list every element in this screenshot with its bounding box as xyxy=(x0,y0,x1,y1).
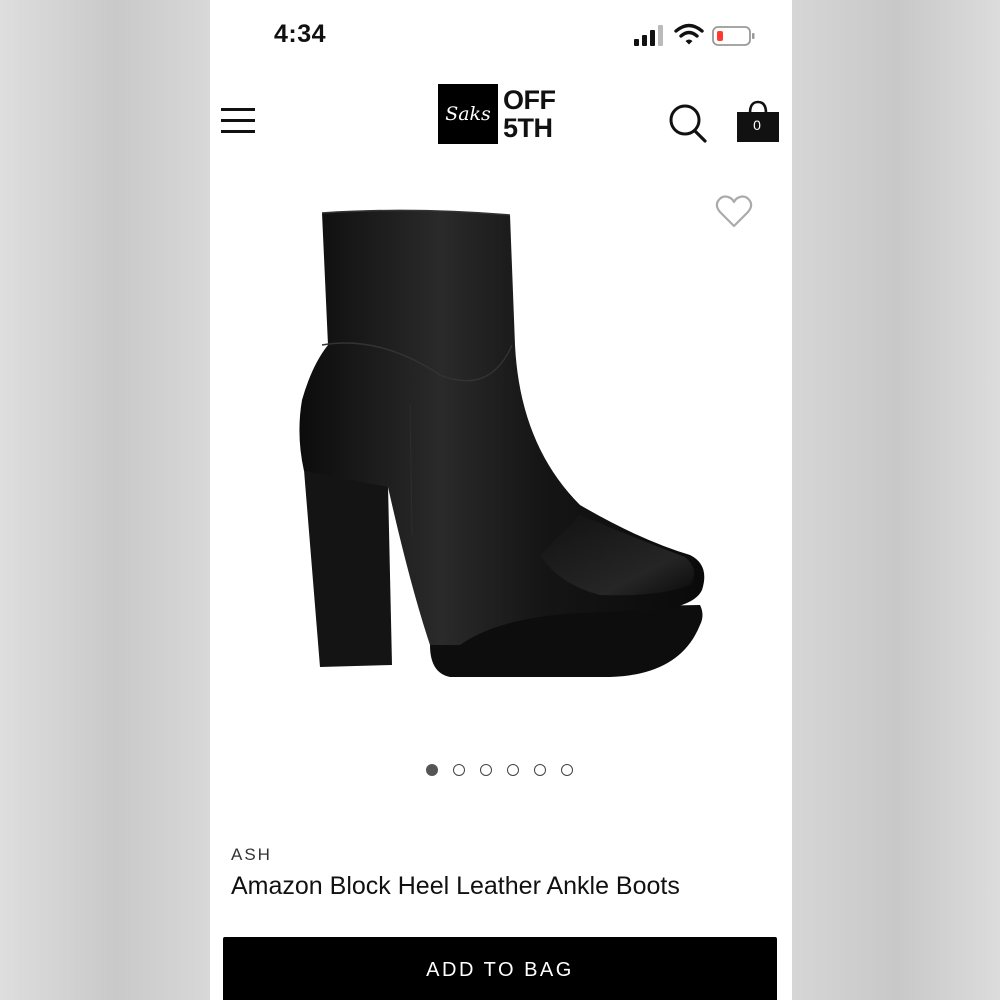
status-time: 4:34 xyxy=(274,20,327,48)
carousel-dot-4[interactable] xyxy=(507,764,519,776)
wifi-icon xyxy=(674,23,704,45)
logo-line-2: 5TH xyxy=(503,113,553,143)
carousel-dot-6[interactable] xyxy=(561,764,573,776)
status-icons xyxy=(634,23,764,50)
heart-icon[interactable] xyxy=(714,192,754,232)
logo-mark: Saks xyxy=(438,84,498,144)
carousel-dot-5[interactable] xyxy=(534,764,546,776)
battery-low-icon xyxy=(712,26,755,46)
phone-screen: 4:34 Saks OFF 5TH 0 ASH Amazon Block Hee… xyxy=(210,0,792,1000)
product-image-boot[interactable] xyxy=(280,205,720,685)
product-name: Amazon Block Heel Leather Ankle Boots xyxy=(231,872,680,900)
bag-count: 0 xyxy=(753,117,761,133)
image-carousel-dots xyxy=(426,764,586,780)
background-left xyxy=(0,0,210,1000)
logo-wordmark: OFF 5TH xyxy=(503,86,556,142)
carousel-dot-2[interactable] xyxy=(453,764,465,776)
saks-off-5th-logo[interactable]: Saks OFF 5TH xyxy=(438,84,568,146)
carousel-dot-3[interactable] xyxy=(480,764,492,776)
logo-line-1: OFF xyxy=(503,85,556,115)
background-right xyxy=(792,0,1000,1000)
add-to-bag-button[interactable]: ADD TO BAG xyxy=(223,937,777,1000)
product-brand[interactable]: ASH xyxy=(231,845,272,865)
cellular-signal-icon xyxy=(634,25,663,46)
logo-script: Saks xyxy=(445,103,491,125)
carousel-dot-1[interactable] xyxy=(426,764,438,776)
search-icon[interactable] xyxy=(668,102,708,144)
hamburger-menu-icon[interactable] xyxy=(220,104,256,138)
add-to-bag-label: ADD TO BAG xyxy=(426,959,574,981)
shopping-bag-button[interactable]: 0 xyxy=(736,100,780,144)
